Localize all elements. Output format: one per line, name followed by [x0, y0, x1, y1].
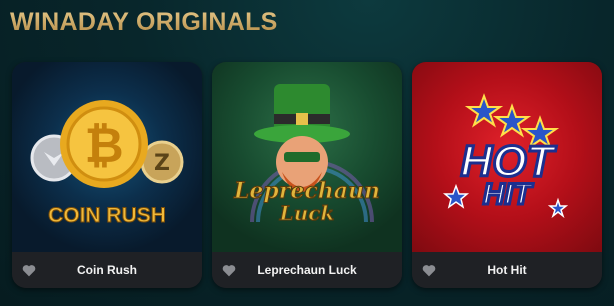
- leprechaun-luck-artwork: Leprechaun Luck: [232, 84, 381, 226]
- star-icon: [442, 183, 470, 209]
- game-thumbnail-leprechaun-luck[interactable]: Leprechaun Luck: [212, 62, 402, 252]
- game-card-footer: Hot Hit: [412, 252, 602, 288]
- game-card-leprechaun-luck[interactable]: Leprechaun Luck Leprechaun Luck: [212, 62, 402, 288]
- game-thumbnail-coin-rush[interactable]: Z ₿ COIN RUSH: [12, 62, 202, 252]
- star-icon: [464, 93, 504, 128]
- coin-rush-logo: COIN RUSH: [48, 204, 166, 227]
- coin-rush-artwork: Z ₿ COIN RUSH: [30, 100, 184, 228]
- game-name[interactable]: Leprechaun Luck: [212, 252, 402, 288]
- hot-hit-logo-hit: HIT: [483, 178, 534, 211]
- star-icon: [492, 103, 532, 138]
- game-card-coin-rush[interactable]: Z ₿ COIN RUSH Coin Rush: [12, 62, 202, 288]
- game-card-hot-hit[interactable]: HOT HIT Hot Hit: [412, 62, 602, 288]
- hot-hit-artwork: HOT HIT: [442, 93, 569, 219]
- game-name[interactable]: Coin Rush: [12, 252, 202, 288]
- game-card-footer: Coin Rush: [12, 252, 202, 288]
- game-card-footer: Leprechaun Luck: [212, 252, 402, 288]
- leprechaun-logo-line2: Luck: [279, 201, 335, 225]
- bitcoin-symbol: ₿: [84, 118, 123, 174]
- game-thumbnail-hot-hit[interactable]: HOT HIT: [412, 62, 602, 252]
- bronze-coin-z: Z: [154, 151, 170, 176]
- star-icon: [547, 197, 569, 219]
- game-name[interactable]: Hot Hit: [412, 252, 602, 288]
- section-title: WINADAY ORIGINALS: [10, 8, 278, 36]
